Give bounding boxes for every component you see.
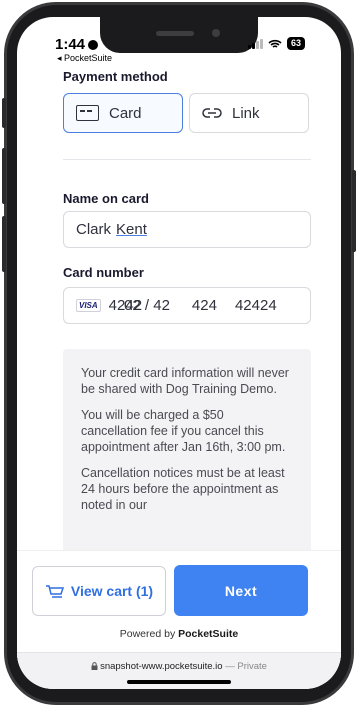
payment-method-link[interactable]: Link xyxy=(189,93,309,133)
name-last: Kent xyxy=(116,221,147,238)
wifi-icon xyxy=(268,39,282,48)
private-label: — Private xyxy=(222,661,267,672)
view-cart-button[interactable]: View cart (1) xyxy=(32,566,166,616)
url-text: snapshot-www.pocketsuite.io xyxy=(100,661,223,672)
name-on-card-label: Name on card xyxy=(63,191,149,206)
browser-url-bar[interactable]: snapshot-www.pocketsuite.io — Private xyxy=(17,652,341,689)
speaker xyxy=(156,31,194,36)
payment-method-card-label: Card xyxy=(109,104,142,122)
next-button[interactable]: Next xyxy=(174,565,308,616)
view-cart-label: View cart (1) xyxy=(70,583,154,599)
card-number-label: Card number xyxy=(63,265,144,280)
checkout-footer: View cart (1) Next Powered by PocketSuit… xyxy=(17,550,341,689)
battery-icon: 63 xyxy=(286,37,305,50)
visa-icon: VISA xyxy=(76,299,101,312)
lock-icon xyxy=(91,662,98,670)
link-icon xyxy=(202,108,222,118)
moon-icon xyxy=(88,40,99,50)
card-zip-value: 42424 xyxy=(234,297,277,314)
back-to-app[interactable]: ◂ PocketSuite xyxy=(57,53,112,64)
camera xyxy=(212,29,220,37)
notch xyxy=(100,17,258,53)
volume-down-button xyxy=(2,216,6,272)
status-time: 1:44 xyxy=(55,36,99,53)
signal-icon xyxy=(247,38,263,49)
notice-paragraph: You will be charged a $50 cancellation f… xyxy=(81,408,286,454)
name-first: Clark xyxy=(76,221,112,238)
powered-by: Powered by PocketSuite xyxy=(17,628,341,640)
card-cvc-value: 424 xyxy=(191,297,217,314)
payment-method-card[interactable]: Card xyxy=(63,93,183,133)
powered-brand: PocketSuite xyxy=(178,628,239,640)
power-button xyxy=(352,170,356,252)
mute-switch xyxy=(2,98,6,128)
notice-paragraph: Cancellation notices must be at least 24… xyxy=(81,466,285,512)
status-time-text: 1:44 xyxy=(55,36,86,53)
card-expiry-value: 02 / 42 xyxy=(124,297,170,314)
cart-icon xyxy=(45,585,64,598)
volume-up-button xyxy=(2,148,6,204)
section-divider xyxy=(63,159,311,160)
card-icon xyxy=(76,105,99,121)
home-indicator[interactable] xyxy=(127,680,231,684)
card-number-input[interactable]: VISA 4242 02 / 42 424 42424 xyxy=(63,287,311,324)
status-indicators: 63 xyxy=(247,37,305,50)
payment-method-link-label: Link xyxy=(232,104,260,122)
name-on-card-input[interactable]: Clark Kent xyxy=(63,211,311,248)
payment-method-title: Payment method xyxy=(63,69,168,84)
payment-notice: Your credit card information will never … xyxy=(63,349,311,559)
url-display: snapshot-www.pocketsuite.io — Private xyxy=(17,661,341,672)
notice-paragraph: Your credit card information will never … xyxy=(81,366,289,396)
phone-screen: Payment method Card Link Name on card Cl… xyxy=(17,17,341,689)
powered-prefix: Powered by xyxy=(119,628,179,640)
